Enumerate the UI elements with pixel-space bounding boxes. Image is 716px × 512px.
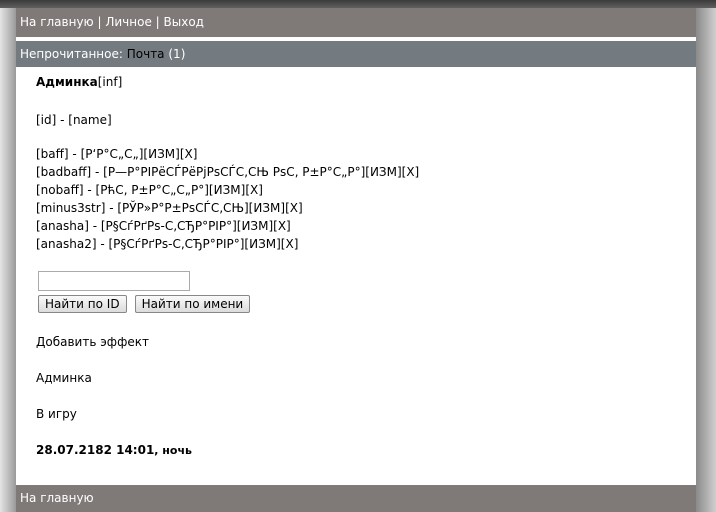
- delete-link[interactable]: [X]: [281, 237, 299, 251]
- find-by-name-button[interactable]: Найти по имени: [134, 295, 251, 313]
- find-by-id-button[interactable]: Найти по ID: [38, 295, 127, 313]
- admin-title: Админка: [36, 75, 98, 89]
- edit-link[interactable]: [ИЗМ]: [244, 237, 280, 251]
- unread-label: Непрочитанное:: [20, 47, 123, 61]
- nav-personal-link[interactable]: Личное: [105, 15, 151, 29]
- title-bar: [0, 0, 716, 8]
- effect-name: [Р§СѓРґРѕ-С‚СЂР°РІР°]: [108, 237, 245, 251]
- effect-name: [Р‘Р°С„С„]: [80, 147, 144, 161]
- dash: -: [88, 219, 101, 233]
- edit-link[interactable]: [ИЗМ]: [249, 201, 285, 215]
- delete-link[interactable]: [X]: [285, 201, 303, 215]
- nav-home-link[interactable]: На главную: [20, 15, 94, 29]
- datetime: 28.07.2182 14:01: [36, 443, 155, 457]
- edit-link[interactable]: [ИЗМ]: [143, 147, 179, 161]
- footer: На главную: [16, 485, 696, 512]
- dash: -: [91, 165, 104, 179]
- effect-id: [anasha]: [36, 219, 89, 233]
- dash: -: [83, 183, 96, 197]
- admin-link[interactable]: Админка: [36, 371, 676, 385]
- delete-link[interactable]: [X]: [402, 165, 420, 179]
- effect-id: [anasha2]: [36, 237, 97, 251]
- effect-row: [anasha2] - [Р§СѓРґРѕ-С‚СЂР°РІР°][ИЗМ][X…: [36, 235, 676, 253]
- nav-exit-link[interactable]: Выход: [164, 15, 204, 29]
- footer-home-link[interactable]: На главную: [20, 491, 94, 505]
- edit-link[interactable]: [ИЗМ]: [237, 219, 273, 233]
- separator: |: [97, 15, 102, 29]
- to-game-link[interactable]: В игру: [36, 407, 676, 421]
- effect-name: [РћС‚ Р±Р°С„С„Р°]: [95, 183, 209, 197]
- left-border: [0, 0, 16, 512]
- edit-link[interactable]: [ИЗМ]: [209, 183, 245, 197]
- effect-name: [Р—Р°РІРёСЃРёРјРѕСЃС‚СЊ РѕС‚ Р±Р°С„Р°]: [103, 165, 366, 179]
- dash: -: [105, 201, 118, 215]
- unread-bar: Непрочитанное: Почта (1): [16, 41, 696, 67]
- effect-id: [badbaff]: [36, 165, 92, 179]
- effect-row: [badbaff] - [Р—Р°РІРёСЃРёРјРѕСЃС‚СЊ РѕС‚…: [36, 163, 676, 181]
- effect-row: [anasha] - [Р§СѓРґРѕ-С‚СЂР°РІР°][ИЗМ][X]: [36, 217, 676, 235]
- effect-id: [nobaff]: [36, 183, 84, 197]
- top-nav: На главную | Личное | Выход: [16, 8, 696, 37]
- add-effect-link[interactable]: Добавить эффект: [36, 335, 676, 349]
- mail-link[interactable]: Почта: [127, 47, 165, 61]
- delete-link[interactable]: [X]: [180, 147, 198, 161]
- unread-count: (1): [168, 47, 186, 61]
- daytime: , ночь: [154, 444, 192, 457]
- page: На главную | Личное | Выход Непрочитанно…: [16, 8, 696, 512]
- delete-link[interactable]: [X]: [273, 219, 291, 233]
- right-border: [696, 0, 716, 512]
- dash: -: [68, 147, 81, 161]
- separator: |: [155, 15, 160, 29]
- effects-list: [baff] - [Р‘Р°С„С„][ИЗМ][X] [badbaff] - […: [36, 145, 676, 253]
- list-header: [id] - [name]: [36, 113, 112, 127]
- effect-id: [minus3str]: [36, 201, 106, 215]
- effect-id: [baff]: [36, 147, 69, 161]
- effect-row: [baff] - [Р‘Р°С„С„][ИЗМ][X]: [36, 145, 676, 163]
- effect-row: [nobaff] - [РћС‚ Р±Р°С„С„Р°][ИЗМ][X]: [36, 181, 676, 199]
- search-input[interactable]: [38, 271, 190, 291]
- effect-row: [minus3str] - [РЎР»Р°Р±РѕСЃС‚СЊ][ИЗМ][X]: [36, 199, 676, 217]
- edit-link[interactable]: [ИЗМ]: [365, 165, 401, 179]
- content: Админка[inf] [id] - [name] [baff] - [Р‘Р…: [16, 67, 696, 463]
- inf-link[interactable]: [inf]: [98, 75, 123, 89]
- delete-link[interactable]: [X]: [245, 183, 263, 197]
- dash: -: [96, 237, 109, 251]
- effect-name: [Р§СѓРґРѕ-С‚СЂР°РІР°]: [100, 219, 237, 233]
- effect-name: [РЎР»Р°Р±РѕСЃС‚СЊ]: [117, 201, 249, 215]
